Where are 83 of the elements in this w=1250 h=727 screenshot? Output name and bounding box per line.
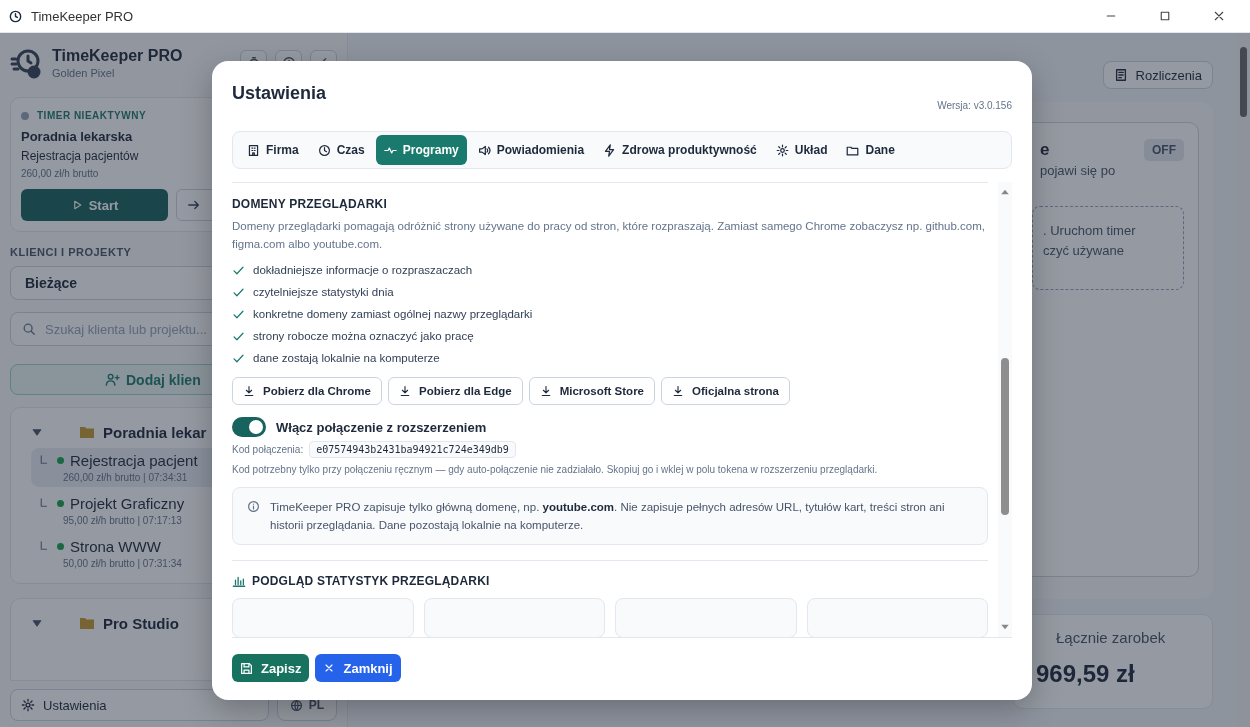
close-icon — [1213, 10, 1225, 22]
section-title: DOMENY PRZEGLĄDARKI — [232, 197, 388, 212]
billing-button[interactable]: Rozliczenia — [1102, 61, 1213, 89]
download-button[interactable]: Microsoft Store — [528, 377, 655, 406]
project-detail: 95,00 zł/h brutto | 07:17:13 — [62, 515, 182, 526]
add-person-icon — [105, 372, 120, 387]
building-icon — [247, 143, 260, 157]
status-dot — [57, 457, 64, 464]
timer-project: Rejestracja pacjentów — [21, 149, 139, 163]
clock-icon — [317, 143, 331, 157]
scrollbar-thumb[interactable] — [1240, 47, 1247, 117]
settings-tab[interactable]: Czas — [309, 135, 373, 166]
status-dot — [57, 500, 64, 507]
window-title: TimeKeeper PRO — [31, 8, 135, 24]
settings-icon — [21, 698, 35, 712]
triangle-icon — [31, 426, 43, 438]
download-icon — [399, 385, 411, 398]
speaker-icon — [477, 143, 491, 157]
info-text: TimeKeeper PRO zapisuje tylko główną domenę, np. youtube.com. Nie zapisuje pełnych adresów URL, tytułów kart, treści stron ani historii przeglądania. Dane pozostają lokalnie na komputerze. — [270, 500, 946, 534]
settings-tab[interactable]: Zdrowa produktywność — [595, 135, 765, 166]
section-title: KLIENCI I PROJEKTY — [10, 246, 132, 258]
download-button[interactable]: Pobierz dla Edge — [388, 377, 523, 406]
globe-icon — [289, 698, 303, 712]
empty-state-text: czyć używane — [1043, 242, 1125, 260]
section-title: PODGLĄD STATYSTYK PRZEGLĄDARKI — [252, 574, 490, 589]
settings-tab[interactable]: Układ — [767, 135, 836, 166]
floppy-disk-icon — [240, 661, 253, 675]
arrow-right-icon — [187, 198, 201, 212]
feature-item: dane zostają lokalnie na komputerze — [253, 352, 440, 365]
toggle-label: Włącz połączenie z rozszerzeniem — [276, 419, 487, 435]
total-label: Łącznie zarobek — [1055, 629, 1166, 646]
card-title: e — [1040, 140, 1050, 160]
timer-status: TIMER NIEAKTYWNY — [37, 110, 147, 121]
workspace-name: Golden Pixel — [52, 67, 115, 79]
timer-client: Poradnia lekarska — [21, 129, 133, 144]
version-text: Wersja: v3.0.156 — [937, 100, 1012, 111]
search-icon — [22, 322, 36, 336]
status-badge: OFF — [1144, 139, 1184, 161]
folder-icon — [79, 615, 95, 631]
clock-coin-icon — [10, 47, 42, 79]
download-icon — [243, 385, 255, 398]
client-name[interactable]: Poradnia lekar — [103, 423, 207, 441]
project-name: Projekt Graficzny — [70, 495, 185, 512]
scrollbar-thumb[interactable] — [1001, 358, 1009, 516]
status-dot — [57, 543, 64, 550]
timer-rate: 260,00 zł/h brutto — [21, 168, 99, 179]
empty-state-text: . Uruchom timer — [1043, 222, 1137, 240]
scrollbar[interactable] — [998, 182, 1012, 638]
save-button[interactable]: Zapisz — [232, 654, 310, 683]
lightning-icon — [603, 143, 617, 157]
connection-code: e07574943b2431ba94921c724e349db9 — [309, 441, 516, 459]
card-subtitle: pojawi się po — [1040, 163, 1116, 178]
project-detail: 50,00 zł/h brutto | 07:31:34 — [62, 558, 182, 569]
app-name: TimeKeeper PRO — [52, 47, 183, 65]
scrollbar[interactable] — [1237, 33, 1250, 727]
settings-tab[interactable]: Programy — [375, 135, 467, 166]
settings-icon — [775, 143, 789, 157]
download-button[interactable]: Pobierz dla Chrome — [232, 377, 382, 406]
settings-tab[interactable]: Powiadomienia — [469, 135, 593, 166]
maximize-icon — [1159, 10, 1171, 22]
start-button[interactable]: Start — [21, 189, 168, 221]
client-name[interactable]: Pro Studio — [103, 614, 179, 632]
project-name: Rejestracja pacjent — [70, 452, 198, 469]
section-description: Domeny przeglądarki pomagają odróżnić strony używane do pracy od stron, które rozpraszają. Zamiast samego Chrome zobaczysz np. github.com, figma.com albo youtube.com. — [232, 219, 986, 253]
project-name: Strona WWW — [70, 538, 161, 555]
download-icon — [539, 385, 552, 398]
folder-icon — [79, 424, 95, 440]
info-icon — [247, 500, 260, 514]
settings-tab[interactable]: Firma — [239, 135, 307, 166]
project-row[interactable]: Strona WWW 50,00 zł/h brutto | 07:31:34 — [31, 534, 326, 573]
total-value: 969,59 zł — [1036, 660, 1135, 688]
close-button[interactable]: Zamknij — [315, 654, 401, 683]
dialog-title: Ustawienia — [232, 83, 327, 104]
bar-chart-icon — [232, 574, 246, 589]
settings-button[interactable]: Ustawienia — [10, 689, 269, 721]
clock-icon — [8, 8, 23, 24]
download-button[interactable]: Oficjalna strona — [661, 377, 790, 406]
document-icon — [1113, 68, 1128, 82]
settings-tab[interactable]: Dane — [838, 135, 903, 166]
project-detail: 260,00 zł/h brutto | 07:34:31 — [62, 472, 188, 483]
download-icon — [672, 385, 684, 398]
toggle-switch[interactable] — [232, 417, 266, 438]
triangle-icon — [31, 617, 43, 629]
